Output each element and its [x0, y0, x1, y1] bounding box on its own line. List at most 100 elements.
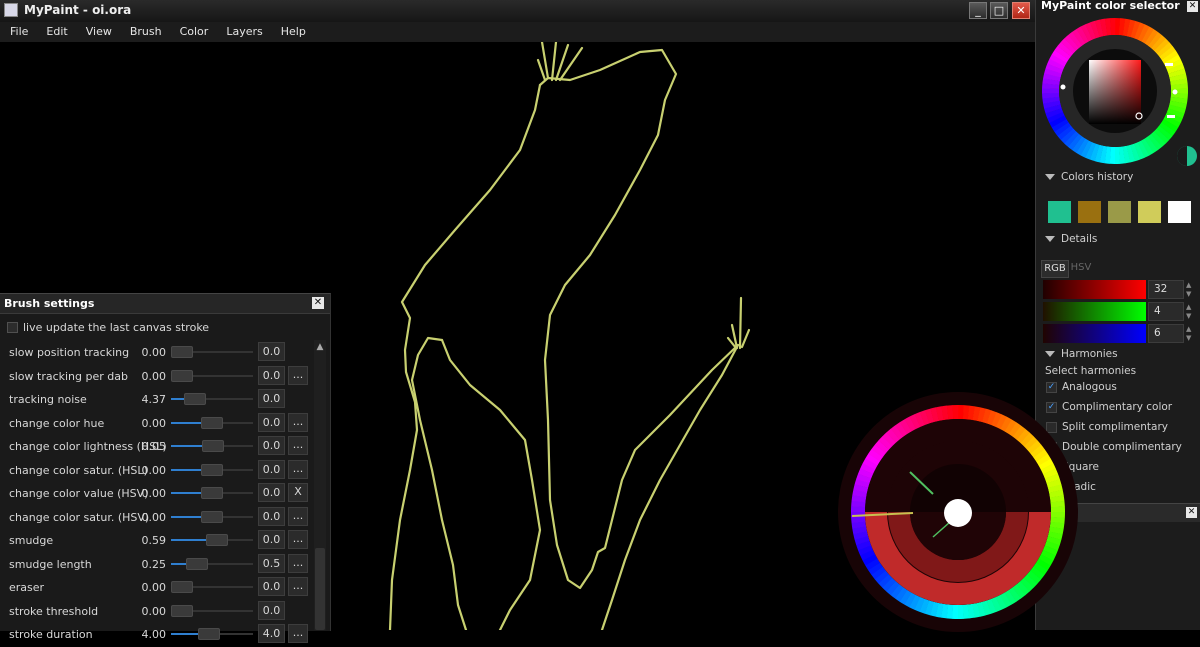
menu-edit[interactable]: Edit — [37, 22, 76, 42]
hue-segment — [1050, 506, 1066, 513]
lower-panel-close-button[interactable]: ✕ — [1186, 507, 1197, 518]
more-options-button[interactable]: ... — [288, 412, 308, 432]
more-options-button[interactable]: ... — [288, 577, 308, 596]
collapse-triangle-icon[interactable] — [1045, 236, 1055, 242]
menu-view[interactable]: View — [77, 22, 121, 42]
setting-slider[interactable] — [171, 510, 253, 523]
slider-knob[interactable] — [201, 510, 223, 523]
color-ring-popup[interactable] — [838, 392, 1078, 632]
base-value-button[interactable]: 0.0 — [258, 483, 285, 502]
more-options-button[interactable]: ... — [288, 624, 308, 643]
base-value-button[interactable]: 0.0 — [258, 577, 285, 596]
slider-knob[interactable] — [171, 369, 193, 382]
setting-slider[interactable] — [171, 463, 253, 476]
slider-knob[interactable] — [171, 581, 193, 593]
live-update-label: live update the last canvas stroke — [23, 321, 210, 334]
base-value-button[interactable]: 0.0 — [258, 365, 285, 385]
blue-spin-arrows-icon[interactable]: ▲ ▼ — [1186, 325, 1194, 343]
brush-settings-close-button[interactable]: ✕ — [312, 297, 324, 309]
slider-knob[interactable] — [184, 393, 206, 405]
slider-knob[interactable] — [201, 416, 223, 429]
setting-slider[interactable] — [171, 416, 253, 429]
green-spin-arrows-icon[interactable]: ▲ ▼ — [1186, 303, 1194, 321]
setting-slider[interactable] — [171, 393, 253, 405]
history-swatch-3[interactable] — [1108, 201, 1131, 223]
more-options-button[interactable]: ... — [288, 553, 308, 573]
setting-slider[interactable] — [171, 440, 253, 452]
harmony-label: Complimentary color — [1062, 401, 1173, 413]
setting-value: 0.00 — [141, 510, 167, 524]
slider-knob[interactable] — [206, 534, 228, 546]
base-value-button[interactable]: 0.0 — [258, 342, 285, 361]
menu-file[interactable]: File — [0, 22, 37, 42]
color-wheel[interactable] — [1042, 13, 1200, 171]
setting-slider[interactable] — [171, 628, 253, 640]
setting-label: slow tracking per dab — [9, 369, 128, 383]
history-swatch-1[interactable] — [1048, 201, 1071, 223]
brush-setting-row: smudge 0.59 0.0... — [0, 529, 313, 553]
setting-slider[interactable] — [171, 604, 253, 617]
collapse-triangle-icon[interactable] — [1045, 351, 1055, 357]
scroll-up-icon[interactable]: ▲ — [314, 340, 326, 354]
color-center-dot[interactable] — [944, 499, 972, 527]
setting-slider[interactable] — [171, 369, 253, 382]
green-value[interactable]: 4 — [1148, 302, 1184, 321]
color-selector-close-button[interactable]: ✕ — [1187, 1, 1198, 12]
base-value-button[interactable]: 4.0 — [258, 624, 285, 643]
menu-brush[interactable]: Brush — [121, 22, 171, 42]
base-value-button[interactable]: 0.0 — [258, 459, 285, 479]
blue-slider[interactable] — [1043, 324, 1146, 343]
red-spin-arrows-icon[interactable]: ▲ ▼ — [1186, 281, 1194, 299]
setting-slider[interactable] — [171, 346, 253, 358]
collapse-triangle-icon[interactable] — [1045, 174, 1055, 180]
menu-help[interactable]: Help — [272, 22, 315, 42]
more-options-button[interactable]: ... — [288, 436, 308, 455]
setting-slider[interactable] — [171, 534, 253, 546]
more-options-button[interactable]: X — [288, 483, 308, 502]
setting-slider[interactable] — [171, 487, 253, 499]
setting-slider[interactable] — [171, 557, 253, 570]
tab-hsv[interactable]: HSV — [1068, 260, 1094, 276]
slider-knob[interactable] — [201, 487, 223, 499]
more-options-button[interactable]: ... — [288, 506, 308, 526]
base-value-button[interactable]: 0.0 — [258, 389, 285, 408]
minimize-button[interactable]: _ — [969, 2, 987, 19]
menu-color[interactable]: Color — [171, 22, 218, 42]
base-value-button[interactable]: 0.0 — [258, 600, 285, 620]
red-slider[interactable] — [1043, 280, 1146, 299]
history-swatch-4[interactable] — [1138, 201, 1161, 223]
maximize-button[interactable]: □ — [990, 2, 1008, 19]
brush-setting-row: change color value (HSV) 0.00 0.0 X — [0, 482, 313, 506]
base-value-button[interactable]: 0.0 — [258, 506, 285, 526]
green-slider[interactable] — [1043, 302, 1146, 321]
slider-knob[interactable] — [171, 346, 193, 358]
window-title: MyPaint - oi.ora — [24, 3, 132, 17]
stroke-outline-main — [538, 48, 740, 590]
close-window-button[interactable]: ✕ — [1012, 2, 1030, 19]
base-value-button[interactable]: 0.5 — [258, 553, 285, 573]
slider-knob[interactable] — [201, 463, 223, 476]
slider-knob[interactable] — [171, 604, 193, 617]
stroke-inner-loop — [410, 336, 468, 630]
live-update-checkbox[interactable] — [7, 322, 18, 333]
setting-slider[interactable] — [171, 581, 253, 593]
red-value[interactable]: 32 — [1148, 280, 1184, 299]
more-options-button[interactable]: ... — [288, 530, 308, 549]
blue-value[interactable]: 6 — [1148, 324, 1184, 343]
scrollbar-thumb[interactable] — [315, 548, 325, 630]
history-swatch-2[interactable] — [1078, 201, 1101, 223]
setting-label: stroke threshold — [9, 604, 99, 618]
history-swatch-5[interactable] — [1168, 201, 1191, 223]
base-value-button[interactable]: 0.0 — [258, 530, 285, 549]
brush-setting-row: stroke duration 4.00 4.0... — [0, 623, 313, 647]
menu-layers[interactable]: Layers — [217, 22, 271, 42]
setting-label: change color satur. (HSL) — [9, 463, 148, 477]
slider-knob[interactable] — [186, 557, 208, 570]
slider-knob[interactable] — [202, 440, 224, 452]
more-options-button[interactable]: ... — [288, 459, 308, 479]
tab-rgb[interactable]: RGB — [1041, 260, 1069, 278]
slider-fill — [171, 539, 208, 541]
more-options-button[interactable]: ... — [288, 365, 308, 385]
base-value-button[interactable]: 0.0 — [258, 436, 285, 455]
base-value-button[interactable]: 0.0 — [258, 412, 285, 432]
